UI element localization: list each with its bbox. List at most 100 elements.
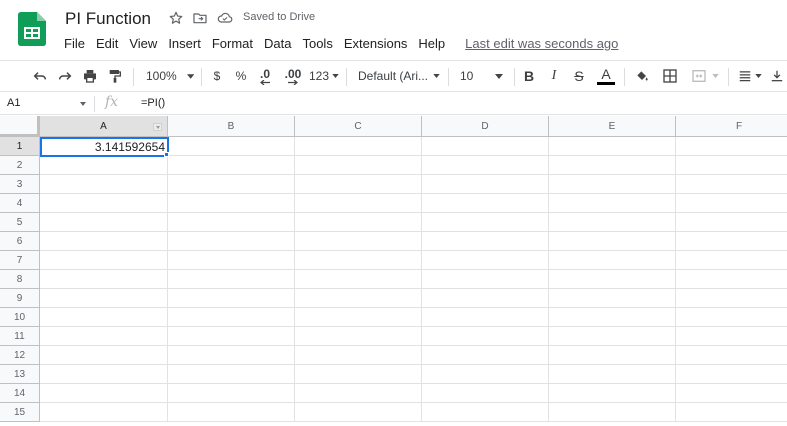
grid-cell[interactable] bbox=[422, 308, 549, 327]
sheets-logo-icon[interactable] bbox=[18, 12, 46, 46]
document-title[interactable]: PI Function bbox=[65, 9, 151, 29]
grid-cell[interactable] bbox=[40, 213, 168, 232]
grid-cell[interactable] bbox=[422, 384, 549, 403]
column-header-f[interactable]: F bbox=[676, 116, 787, 137]
grid-cell[interactable] bbox=[295, 270, 422, 289]
grid-cell[interactable] bbox=[422, 175, 549, 194]
row-header[interactable]: 8 bbox=[0, 270, 40, 289]
grid-cell[interactable] bbox=[676, 175, 787, 194]
name-box[interactable]: A1 bbox=[7, 97, 20, 109]
grid-cell[interactable] bbox=[168, 403, 295, 422]
grid-cell[interactable] bbox=[40, 175, 168, 194]
grid-cell[interactable] bbox=[422, 213, 549, 232]
grid-cell[interactable] bbox=[422, 156, 549, 175]
fill-handle[interactable] bbox=[164, 152, 169, 157]
grid-cell[interactable] bbox=[40, 194, 168, 213]
grid-cell[interactable] bbox=[549, 289, 676, 308]
font-size-select[interactable]: 10 bbox=[455, 61, 511, 91]
grid-cell[interactable] bbox=[676, 308, 787, 327]
row-header[interactable]: 5 bbox=[0, 213, 40, 232]
grid-cell[interactable] bbox=[676, 289, 787, 308]
grid-cell[interactable] bbox=[295, 251, 422, 270]
grid-cell[interactable] bbox=[422, 232, 549, 251]
grid-cell[interactable] bbox=[676, 327, 787, 346]
row-header[interactable]: 4 bbox=[0, 194, 40, 213]
grid-cell[interactable] bbox=[295, 213, 422, 232]
grid-cell[interactable] bbox=[168, 213, 295, 232]
grid-cell[interactable] bbox=[422, 251, 549, 270]
grid-cell[interactable] bbox=[168, 194, 295, 213]
grid-cell[interactable] bbox=[422, 137, 549, 156]
row-header[interactable]: 15 bbox=[0, 403, 40, 422]
menu-view[interactable]: View bbox=[129, 36, 157, 51]
name-box-dropdown-icon[interactable] bbox=[80, 102, 86, 106]
grid-cell[interactable] bbox=[676, 251, 787, 270]
grid-cell[interactable] bbox=[295, 384, 422, 403]
more-formats-button[interactable]: 123 bbox=[308, 61, 340, 91]
grid-cell[interactable] bbox=[295, 289, 422, 308]
decrease-decimal-button[interactable]: .0 bbox=[254, 61, 276, 91]
grid-cell[interactable] bbox=[40, 251, 168, 270]
grid-cell[interactable] bbox=[295, 156, 422, 175]
grid-cell[interactable] bbox=[168, 308, 295, 327]
row-header[interactable]: 13 bbox=[0, 365, 40, 384]
merge-cells-icon[interactable] bbox=[686, 61, 722, 91]
percent-format-button[interactable]: % bbox=[232, 61, 250, 91]
move-folder-icon[interactable] bbox=[192, 10, 208, 26]
grid-cell[interactable] bbox=[549, 384, 676, 403]
grid-cell[interactable] bbox=[295, 232, 422, 251]
column-header-b[interactable]: B bbox=[168, 116, 295, 137]
menu-data[interactable]: Data bbox=[264, 36, 291, 51]
grid-cell[interactable] bbox=[676, 232, 787, 251]
undo-icon[interactable] bbox=[30, 61, 50, 91]
grid-cell[interactable] bbox=[295, 137, 422, 156]
column-header-c[interactable]: C bbox=[295, 116, 422, 137]
grid-cell[interactable] bbox=[295, 175, 422, 194]
grid-cell[interactable] bbox=[40, 346, 168, 365]
vertical-align-icon[interactable] bbox=[770, 61, 787, 91]
column-header-a[interactable]: A bbox=[40, 116, 168, 137]
cell-a1[interactable]: 3.141592654 bbox=[40, 137, 169, 157]
grid-cell[interactable] bbox=[40, 289, 168, 308]
menu-extensions[interactable]: Extensions bbox=[344, 36, 408, 51]
grid-cell[interactable] bbox=[295, 194, 422, 213]
last-edit-link[interactable]: Last edit was seconds ago bbox=[465, 36, 618, 51]
menu-help[interactable]: Help bbox=[418, 36, 445, 51]
grid-cell[interactable] bbox=[676, 194, 787, 213]
menu-file[interactable]: File bbox=[64, 36, 85, 51]
row-header[interactable]: 3 bbox=[0, 175, 40, 194]
grid-cell[interactable] bbox=[676, 270, 787, 289]
grid-cell[interactable] bbox=[40, 327, 168, 346]
paint-format-icon[interactable] bbox=[105, 61, 125, 91]
grid-cell[interactable] bbox=[168, 327, 295, 346]
cloud-saved-icon[interactable] bbox=[216, 10, 234, 26]
grid-cell[interactable] bbox=[295, 403, 422, 422]
star-icon[interactable] bbox=[168, 10, 184, 26]
grid-cell[interactable] bbox=[549, 308, 676, 327]
row-header[interactable]: 1 bbox=[0, 137, 40, 156]
grid-cell[interactable] bbox=[422, 346, 549, 365]
grid-cell[interactable] bbox=[549, 346, 676, 365]
row-header[interactable]: 14 bbox=[0, 384, 40, 403]
horizontal-align-icon[interactable] bbox=[736, 61, 764, 91]
grid-cell[interactable] bbox=[549, 251, 676, 270]
text-color-button[interactable]: A bbox=[596, 61, 616, 91]
grid-cell[interactable] bbox=[676, 213, 787, 232]
grid-cell[interactable] bbox=[40, 156, 168, 175]
strikethrough-button[interactable]: S bbox=[570, 61, 588, 91]
menu-format[interactable]: Format bbox=[212, 36, 253, 51]
grid-cell[interactable] bbox=[168, 365, 295, 384]
grid-cell[interactable] bbox=[40, 308, 168, 327]
grid-cell[interactable] bbox=[168, 384, 295, 403]
row-header[interactable]: 7 bbox=[0, 251, 40, 270]
italic-button[interactable]: I bbox=[545, 61, 563, 91]
print-icon[interactable] bbox=[80, 61, 100, 91]
grid-cell[interactable] bbox=[168, 346, 295, 365]
row-header[interactable]: 11 bbox=[0, 327, 40, 346]
formula-input[interactable]: =PI() bbox=[141, 97, 165, 109]
grid-cell[interactable] bbox=[549, 213, 676, 232]
row-header[interactable]: 10 bbox=[0, 308, 40, 327]
grid-cell[interactable] bbox=[168, 270, 295, 289]
grid-cell[interactable] bbox=[295, 365, 422, 384]
grid-cell[interactable] bbox=[549, 232, 676, 251]
